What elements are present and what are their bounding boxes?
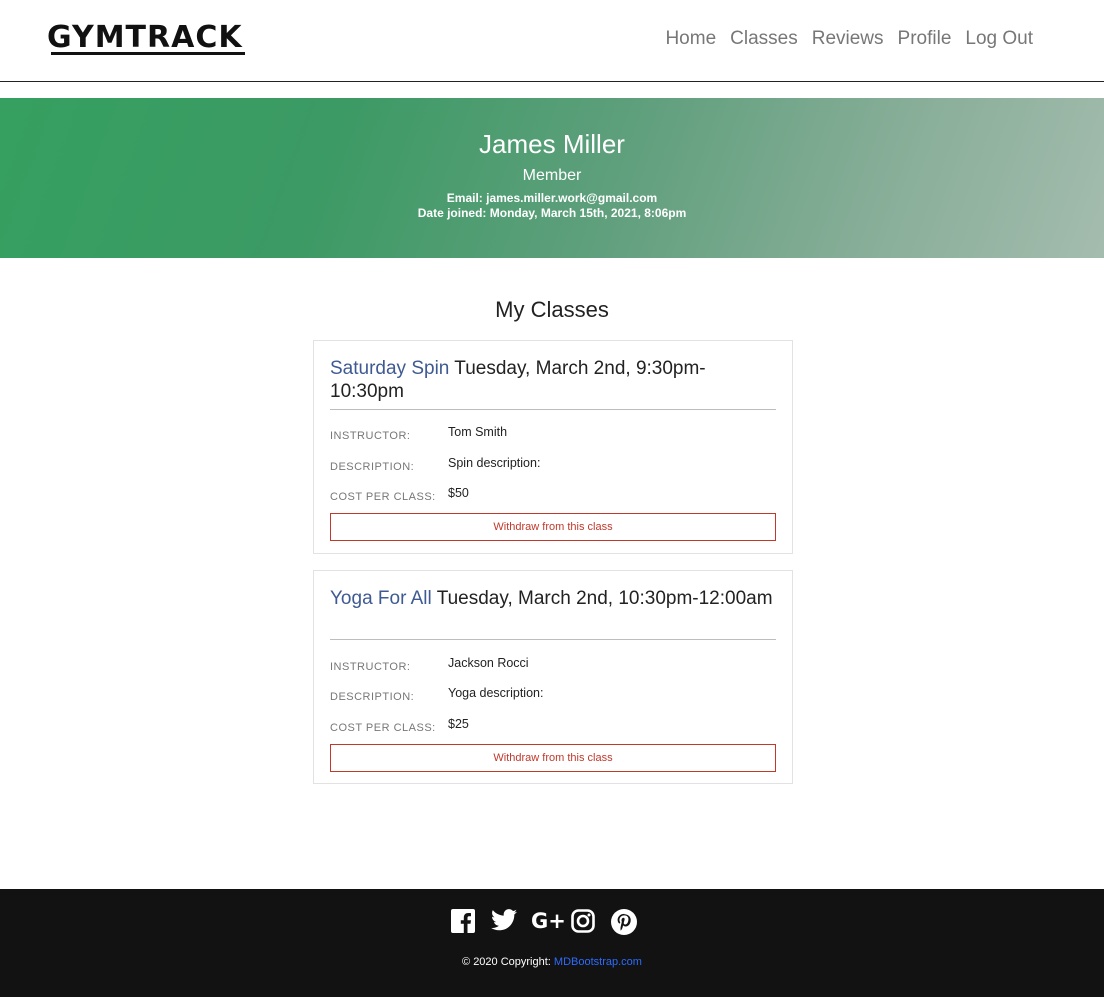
cost-value: $25	[448, 717, 469, 731]
nav-classes-link[interactable]: Classes	[730, 27, 798, 51]
top-navbar: GYMTRACK Home Classes Reviews Profile Lo…	[0, 0, 1104, 82]
description-value: Spin description:	[448, 456, 541, 470]
instructor-value: Tom Smith	[448, 425, 508, 439]
cost-label: COST PER CLASS:	[330, 722, 436, 734]
logo-underline	[51, 52, 245, 55]
copyright-link[interactable]: MDBootstrap.com	[554, 956, 642, 968]
withdraw-button[interactable]: Withdraw from this class	[330, 744, 776, 772]
pinterest-icon[interactable]	[611, 909, 637, 935]
description-label: DESCRIPTION:	[330, 691, 415, 703]
instructor-label: INSTRUCTOR:	[330, 430, 411, 442]
withdraw-button[interactable]: Withdraw from this class	[330, 513, 776, 541]
main-nav: Home Classes Reviews Profile Log Out	[665, 27, 1033, 51]
copyright-text: © 2020 Copyright:	[462, 956, 554, 968]
description-label: DESCRIPTION:	[330, 461, 415, 473]
instagram-icon[interactable]	[571, 909, 597, 935]
nav-reviews-link[interactable]: Reviews	[812, 27, 884, 51]
class-card: Yoga For All Tuesday, March 2nd, 10:30pm…	[313, 570, 793, 784]
description-value: Yoga description:	[448, 686, 544, 700]
copyright: © 2020 Copyright: MDBootstrap.com	[0, 955, 1104, 969]
svg-text:G+: G+	[531, 909, 565, 931]
profile-role: Member	[522, 167, 582, 184]
profile-date-joined: Date joined: Monday, March 15th, 2021, 8…	[417, 206, 687, 220]
class-time: Tuesday, March 2nd, 10:30pm-12:00am	[436, 588, 773, 609]
facebook-icon[interactable]	[451, 909, 477, 935]
nav-logout-link[interactable]: Log Out	[965, 27, 1033, 51]
instructor-value: Jackson Rocci	[448, 656, 529, 670]
profile-name: James Miller	[479, 129, 625, 159]
logo[interactable]: GYMTRACK	[47, 22, 243, 54]
class-card-header: Saturday Spin Tuesday, March 2nd, 9:30pm…	[330, 357, 776, 410]
nav-profile-link[interactable]: Profile	[898, 27, 952, 51]
class-card-header: Yoga For All Tuesday, March 2nd, 10:30pm…	[330, 587, 776, 640]
nav-home-link[interactable]: Home	[665, 27, 716, 51]
footer: G+ © 2020 Copyright: MDBootstrap.com	[0, 889, 1104, 997]
profile-banner: James Miller Member Email: james.miller.…	[0, 98, 1104, 258]
google-plus-icon[interactable]: G+	[531, 909, 566, 935]
twitter-icon[interactable]	[491, 909, 517, 935]
class-card: Saturday Spin Tuesday, March 2nd, 9:30pm…	[313, 340, 793, 554]
cost-value: $50	[448, 486, 469, 500]
social-icons: G+	[451, 909, 637, 935]
class-name: Yoga For All	[330, 588, 432, 609]
instructor-label: INSTRUCTOR:	[330, 661, 411, 673]
profile-info: Email: james.miller.work@gmail.com Date …	[0, 191, 1104, 221]
my-classes-title: My Classes	[495, 297, 609, 322]
class-name: Saturday Spin	[330, 358, 450, 379]
cost-label: COST PER CLASS:	[330, 491, 436, 503]
profile-email: Email: james.miller.work@gmail.com	[446, 191, 658, 205]
